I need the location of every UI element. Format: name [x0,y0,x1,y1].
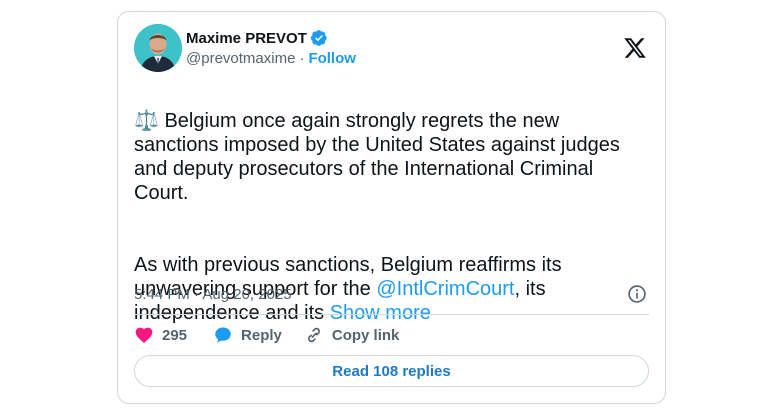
mention-link[interactable]: @IntlCrimCourt [376,278,514,300]
author-names: Maxime PREVOT @prevotmaxime · Follow [186,28,356,68]
post-header: Maxime PREVOT @prevotmaxime · Follow [134,24,649,74]
post-time: 5:44 PM [134,286,190,303]
info-icon[interactable] [627,284,647,304]
post-text: ⚖️ Belgium once again strongly regrets t… [134,85,634,349]
reply-button[interactable]: Reply [213,325,282,345]
like-count: 295 [162,326,188,344]
copy-link-label: Copy link [331,326,400,344]
read-replies-button[interactable]: Read 108 replies [134,355,649,387]
like-button[interactable]: 295 [134,325,187,345]
reply-label: Reply [241,326,282,344]
x-logo-icon[interactable] [623,36,647,60]
link-icon [307,327,320,343]
separator-dot: · [299,50,305,67]
follow-button[interactable]: Follow [308,50,356,67]
read-replies-label: Read 108 replies [332,362,451,380]
show-more-link[interactable]: Show more [330,302,431,324]
post-date: Aug 20, 2025 [202,286,292,303]
meta-separator: · [189,286,203,303]
author-handle[interactable]: @prevotmaxime [186,50,295,67]
verified-badge-icon [310,29,328,47]
post-paragraph-1: ⚖️ Belgium once again strongly regrets t… [134,109,634,205]
reply-bubble-icon [215,327,231,343]
heart-icon [135,327,153,343]
post-actions: 295 Reply Copy link [134,324,399,346]
divider [134,314,649,315]
avatar[interactable] [134,24,182,72]
copy-link-button[interactable]: Copy link [304,325,400,345]
scales-emoji-icon: ⚖️ [134,110,159,132]
embedded-post-card: Maxime PREVOT @prevotmaxime · Follow ⚖️ [117,11,666,404]
paragraph-1-text: Belgium once again strongly regrets the … [134,110,620,204]
author-display-name[interactable]: Maxime PREVOT [186,30,307,47]
post-timestamp[interactable]: 5:44 PM · Aug 20, 2025 [134,286,292,303]
